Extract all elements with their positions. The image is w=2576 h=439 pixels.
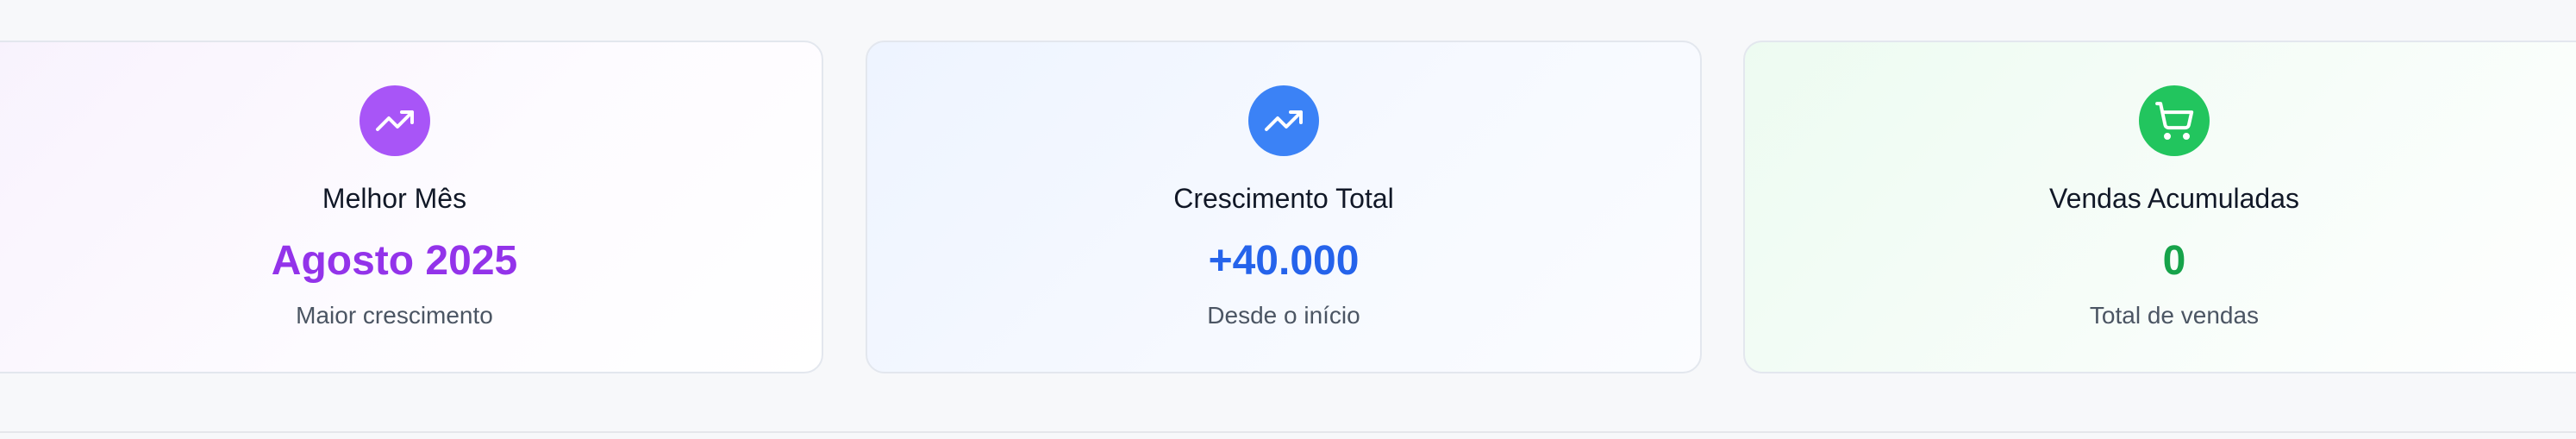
total-growth-title: Crescimento Total: [1173, 183, 1394, 214]
total-growth-icon-badge: [1248, 85, 1319, 156]
trending-up-icon: [1265, 110, 1303, 131]
accumulated-sales-icon-badge: [2139, 85, 2210, 156]
summary-stats-row: Melhor Mês Agosto 2025 Maior crescimento…: [0, 0, 2576, 433]
accumulated-sales-subtitle: Total de vendas: [2089, 302, 2260, 329]
trending-up-icon: [375, 110, 414, 131]
accumulated-sales-title: Vendas Acumuladas: [2049, 183, 2299, 214]
accumulated-sales-card: Vendas Acumuladas 0 Total de vendas: [1743, 41, 2576, 373]
best-month-icon-badge: [359, 85, 430, 156]
accumulated-sales-value: 0: [2162, 238, 2186, 284]
best-month-card: Melhor Mês Agosto 2025 Maior crescimento: [0, 41, 823, 373]
best-month-value: Agosto 2025: [271, 238, 518, 284]
total-growth-card: Crescimento Total +40.000 Desde o início: [866, 41, 1702, 373]
best-month-subtitle: Maior crescimento: [296, 302, 493, 329]
best-month-title: Melhor Mês: [322, 183, 467, 214]
total-growth-value: +40.000: [1208, 238, 1360, 284]
total-growth-subtitle: Desde o início: [1207, 302, 1360, 329]
shopping-cart-icon: [2155, 102, 2194, 140]
